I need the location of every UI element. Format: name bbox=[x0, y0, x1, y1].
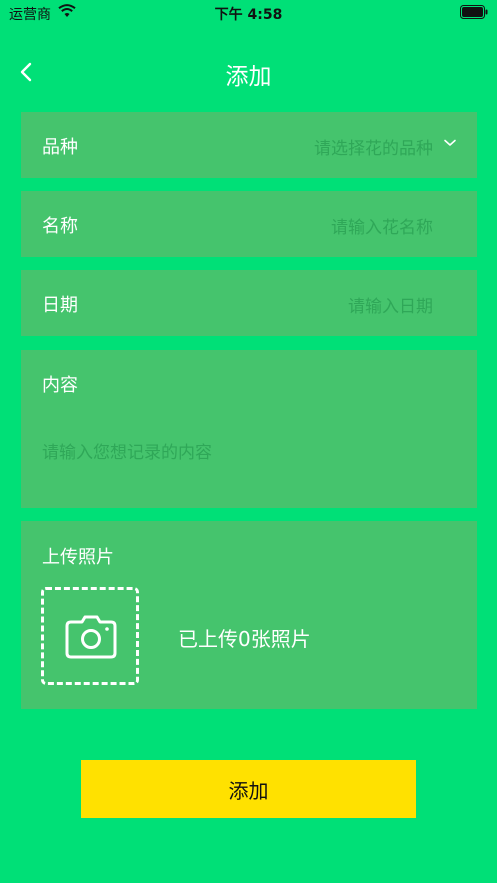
name-input[interactable]: 请输入花名称 bbox=[331, 213, 433, 238]
variety-label: 品种 bbox=[42, 137, 78, 158]
battery-icon bbox=[460, 5, 488, 19]
content-field[interactable]: 内容 请输入您想记录的内容 bbox=[21, 350, 477, 508]
content-label: 内容 bbox=[42, 375, 78, 396]
content-textarea[interactable]: 请输入您想记录的内容 bbox=[42, 438, 212, 463]
upload-photo-button[interactable] bbox=[41, 587, 139, 685]
date-field[interactable]: 日期 请输入日期 bbox=[21, 270, 477, 336]
name-label: 名称 bbox=[42, 216, 78, 237]
nav-bar: 添加 bbox=[0, 44, 497, 100]
chevron-down-icon[interactable] bbox=[443, 138, 457, 148]
page-title: 添加 bbox=[225, 64, 272, 90]
date-label: 日期 bbox=[42, 295, 78, 316]
variety-select[interactable]: 请选择花的品种 bbox=[314, 134, 433, 159]
date-input[interactable]: 请输入日期 bbox=[348, 292, 433, 317]
upload-label: 上传照片 bbox=[42, 547, 114, 568]
status-time: 下午 4:58 bbox=[214, 7, 283, 23]
upload-section: 上传照片 已上传0张照片 bbox=[21, 521, 477, 709]
upload-count: 已上传0张照片 bbox=[178, 627, 311, 651]
name-field[interactable]: 名称 请输入花名称 bbox=[21, 191, 477, 257]
add-button[interactable]: 添加 bbox=[81, 760, 416, 818]
status-bar: 运营商 下午 4:58 bbox=[0, 0, 497, 26]
camera-icon bbox=[65, 615, 117, 659]
variety-field[interactable]: 品种 请选择花的品种 bbox=[21, 112, 477, 178]
